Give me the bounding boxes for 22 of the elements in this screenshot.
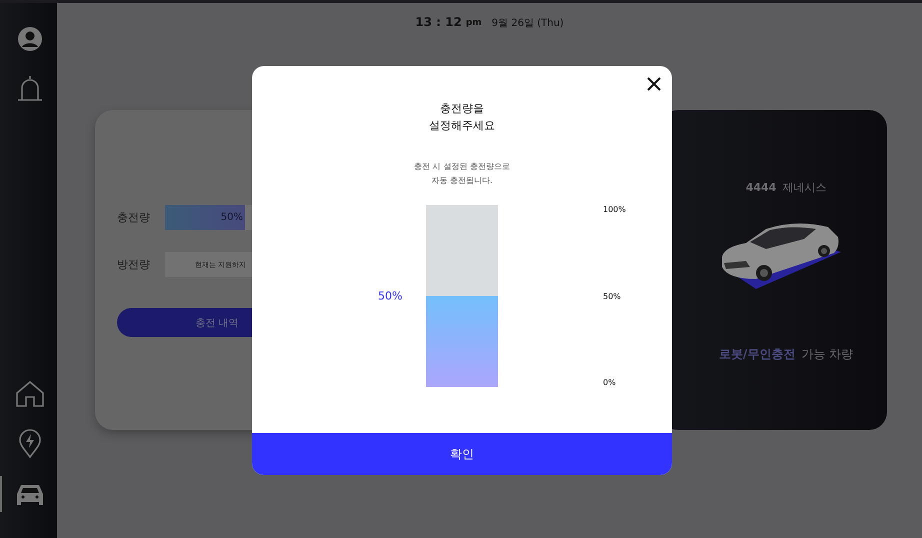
level-reading: 50%	[378, 290, 402, 302]
clock-date: 9월 26일 (Thu)	[492, 17, 564, 30]
charging-pin-icon	[18, 429, 42, 459]
bell-icon	[16, 74, 44, 104]
plate-number: 4444	[746, 181, 776, 194]
dialog-subtitle: 충전 시 설정된 충전량으로 자동 충전됩니다.	[414, 161, 510, 187]
tick-label: 50%	[603, 292, 622, 300]
user-icon	[16, 26, 42, 52]
home-icon	[14, 380, 44, 408]
discharge-label: 방전량	[117, 257, 151, 272]
charge-label: 충전량	[117, 210, 151, 225]
car-model: 제네시스	[782, 180, 826, 195]
feature-label: 로봇/무인충전	[718, 346, 796, 363]
feature-suffix: 가능 차량	[801, 346, 854, 363]
level-track[interactable]	[426, 205, 498, 387]
charge-reading: 50%	[220, 212, 243, 223]
tick-label: 100%	[603, 205, 626, 214]
confirm-button[interactable]: 확인	[252, 433, 672, 475]
dialog-title: 충전량을 설정해주세요	[429, 101, 495, 134]
tick-label: 0%	[603, 378, 617, 387]
clock-time: 13 : 12	[415, 15, 462, 29]
clock-ampm: pm	[466, 18, 482, 28]
